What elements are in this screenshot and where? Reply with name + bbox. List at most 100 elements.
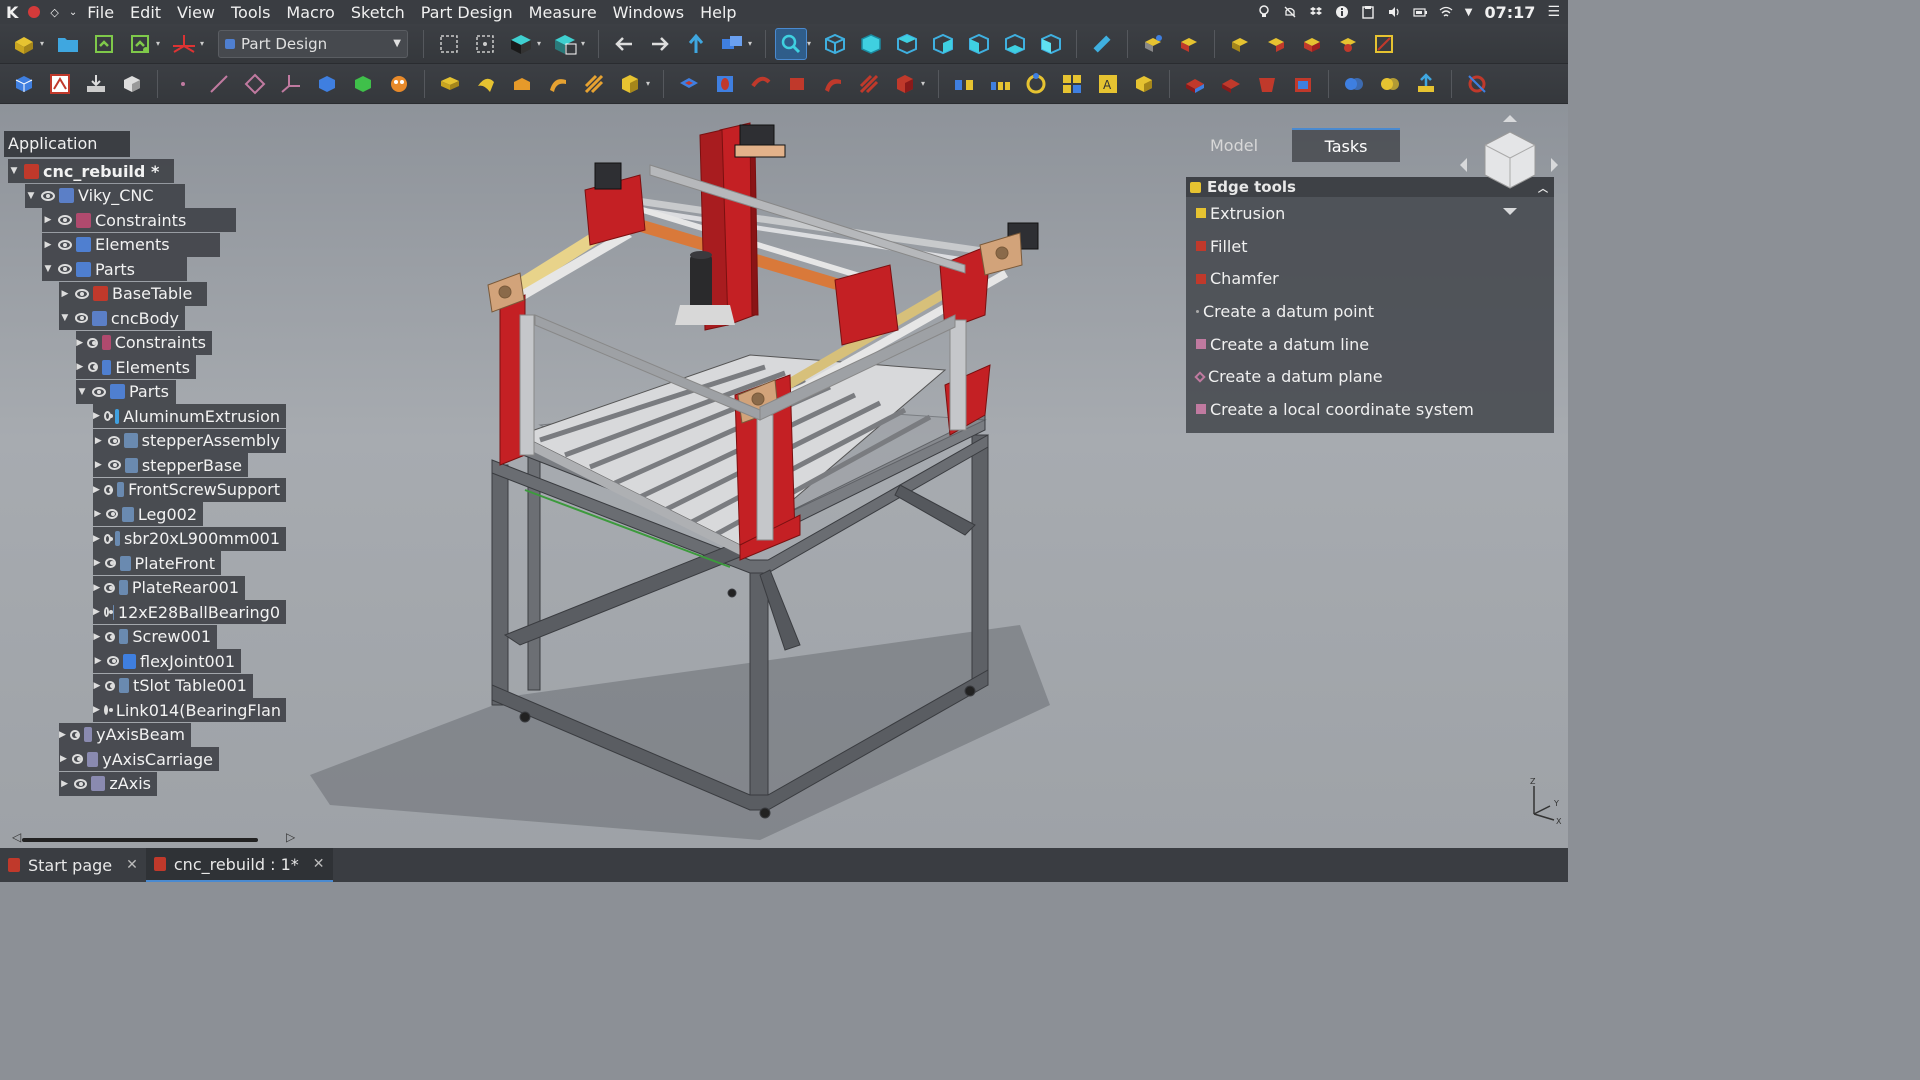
axis-cross-icon[interactable]	[168, 28, 200, 60]
menu-file[interactable]: File	[79, 3, 122, 22]
additive-box-icon[interactable]	[614, 68, 646, 100]
shape-binder-blue-icon[interactable]	[311, 68, 343, 100]
create-body-icon[interactable]	[1137, 28, 1169, 60]
chevron-down-icon[interactable]: ▾	[807, 39, 815, 48]
tree-item-platerear001[interactable]: ▶ PlateRear001	[93, 575, 245, 600]
collapse-chevron-icon[interactable]: ▶	[93, 656, 103, 666]
menu-tools[interactable]: Tools	[223, 3, 278, 22]
scroll-right-icon[interactable]: ▷	[286, 830, 295, 844]
chevron-down-icon[interactable]: ▾	[646, 79, 654, 88]
clone-shape-icon[interactable]	[1296, 28, 1328, 60]
tab-start-page[interactable]: Start page ✕	[0, 848, 146, 882]
visibility-eye-icon[interactable]	[103, 484, 113, 495]
tree-item-stepperassembly[interactable]: ▶ stepperAssembly	[93, 428, 286, 453]
close-icon[interactable]: ✕	[126, 857, 138, 873]
polar-pattern-icon[interactable]	[1020, 68, 1052, 100]
create-sketch-icon[interactable]	[44, 68, 76, 100]
tree-item-screw001[interactable]: ▶ Screw001	[93, 624, 217, 649]
tree-item-yaxiscarriage[interactable]: ▶ yAxisCarriage	[59, 747, 219, 771]
menu-part-design[interactable]: Part Design	[413, 3, 521, 22]
task-datum-plane[interactable]: Create a datum plane	[1186, 360, 1554, 393]
visibility-eye-icon[interactable]	[106, 509, 119, 519]
visibility-eye-icon[interactable]	[74, 778, 88, 789]
sprocket-icon[interactable]	[1461, 68, 1493, 100]
nav-up-arrow-icon[interactable]	[1503, 115, 1517, 122]
draw-style-icon[interactable]	[505, 28, 537, 60]
front-view-icon[interactable]	[855, 28, 887, 60]
collapse-chevron-icon[interactable]: ▶	[76, 362, 84, 372]
tree-item-frontscrewsupport[interactable]: ▶ FrontScrewSupport	[93, 477, 286, 502]
visibility-eye-icon[interactable]	[103, 411, 113, 421]
collapse-chevron-icon[interactable]: ▶	[59, 779, 70, 789]
right-view-icon[interactable]	[927, 28, 959, 60]
expand-chevron-icon[interactable]: ▼	[59, 313, 71, 323]
local-coordinate-system-icon[interactable]	[275, 68, 307, 100]
box-select-icon[interactable]	[433, 28, 465, 60]
datum-line-icon[interactable]	[203, 68, 235, 100]
visibility-eye-icon[interactable]	[87, 362, 98, 372]
collapse-chevron-icon[interactable]: ▶	[59, 730, 66, 740]
bounding-box-icon[interactable]	[549, 28, 581, 60]
shape-binder-icon[interactable]	[1224, 28, 1256, 60]
collapse-chevron-icon[interactable]: ▶	[93, 558, 101, 568]
tree-item-cncbody-elements[interactable]: ▶ Elements	[76, 355, 196, 379]
validate-sketch-icon[interactable]	[80, 68, 112, 100]
sketch-attach-icon[interactable]	[1368, 28, 1400, 60]
tree-item-basetable[interactable]: ▶ BaseTable	[59, 281, 207, 306]
task-local-coordinate-system[interactable]: Create a local coordinate system	[1186, 393, 1554, 426]
freecad-icon[interactable]	[28, 6, 41, 18]
mirrored-icon[interactable]	[948, 68, 980, 100]
tree-item-yaxisbeam[interactable]: ▶ yAxisBeam	[59, 722, 191, 747]
visibility-eye-icon[interactable]	[87, 337, 98, 348]
visibility-eye-icon[interactable]	[58, 239, 72, 250]
menu-measure[interactable]: Measure	[521, 3, 605, 22]
subtractive-pipe-icon[interactable]	[817, 68, 849, 100]
chevron-down-icon[interactable]: ▾	[537, 39, 545, 48]
visibility-eye-icon[interactable]	[104, 582, 115, 593]
back-arrow-icon[interactable]	[608, 28, 640, 60]
measure-distance-icon[interactable]	[1086, 28, 1118, 60]
tree-item-cnc-rebuild[interactable]: ▼ cnc_rebuild *	[8, 159, 174, 183]
subtractive-box-icon[interactable]	[889, 68, 921, 100]
revolution-icon[interactable]	[470, 68, 502, 100]
groove-icon[interactable]	[745, 68, 777, 100]
clone-icon[interactable]	[1173, 28, 1205, 60]
additive-helix-icon[interactable]	[578, 68, 610, 100]
info-icon[interactable]	[1335, 5, 1349, 19]
tree-item-viky-cnc[interactable]: ▼ Viky_CNC	[25, 183, 185, 208]
tray-expand-icon[interactable]: ▼	[1465, 7, 1473, 18]
collapse-chevron-icon[interactable]: ▶	[59, 754, 68, 764]
task-datum-point[interactable]: Create a datum point	[1186, 295, 1554, 328]
navigation-cube[interactable]	[1455, 110, 1565, 220]
subtractive-helix-icon[interactable]	[853, 68, 885, 100]
sketch-map-icon[interactable]	[116, 68, 148, 100]
clone-orange-icon[interactable]	[383, 68, 415, 100]
clock[interactable]: 07:17	[1485, 3, 1536, 22]
collapse-chevron-icon[interactable]: ▶	[93, 632, 101, 642]
visibility-eye-icon[interactable]	[107, 656, 120, 666]
sub-shape-binder-green-icon[interactable]	[347, 68, 379, 100]
menu-macro[interactable]: Macro	[278, 3, 342, 22]
collapse-chevron-icon[interactable]: ▶	[93, 534, 100, 544]
tree-item-aluminumextrusion[interactable]: ▶ AluminumExtrusion	[93, 404, 286, 428]
visibility-eye-icon[interactable]	[103, 705, 113, 715]
tree-item-cncbody[interactable]: ▼ cncBody	[59, 306, 185, 330]
body-icon[interactable]	[8, 68, 40, 100]
visibility-eye-icon[interactable]	[41, 190, 55, 201]
task-fillet[interactable]: Fillet	[1186, 230, 1554, 263]
expand-chevron-icon[interactable]: ▼	[42, 264, 54, 274]
attach-icon[interactable]	[1332, 28, 1364, 60]
collapse-chevron-icon[interactable]: ▶	[76, 338, 83, 348]
chamfer-icon[interactable]	[1215, 68, 1247, 100]
additive-pipe-icon[interactable]	[542, 68, 574, 100]
chevron-down-icon[interactable]: ▾	[156, 39, 164, 48]
visibility-eye-icon[interactable]	[103, 607, 113, 617]
collapse-chevron-icon[interactable]: ▶	[93, 436, 104, 446]
link-icon[interactable]	[716, 28, 748, 60]
visibility-eye-icon[interactable]	[107, 460, 121, 470]
menu-edit[interactable]: Edit	[122, 3, 169, 22]
scrollbar-thumb[interactable]	[22, 838, 258, 842]
collapse-chevron-icon[interactable]: ▶	[42, 215, 54, 225]
expand-chevron-icon[interactable]: ▼	[8, 166, 20, 176]
tab-cnc-rebuild[interactable]: cnc_rebuild : 1* ✕	[145, 848, 333, 882]
